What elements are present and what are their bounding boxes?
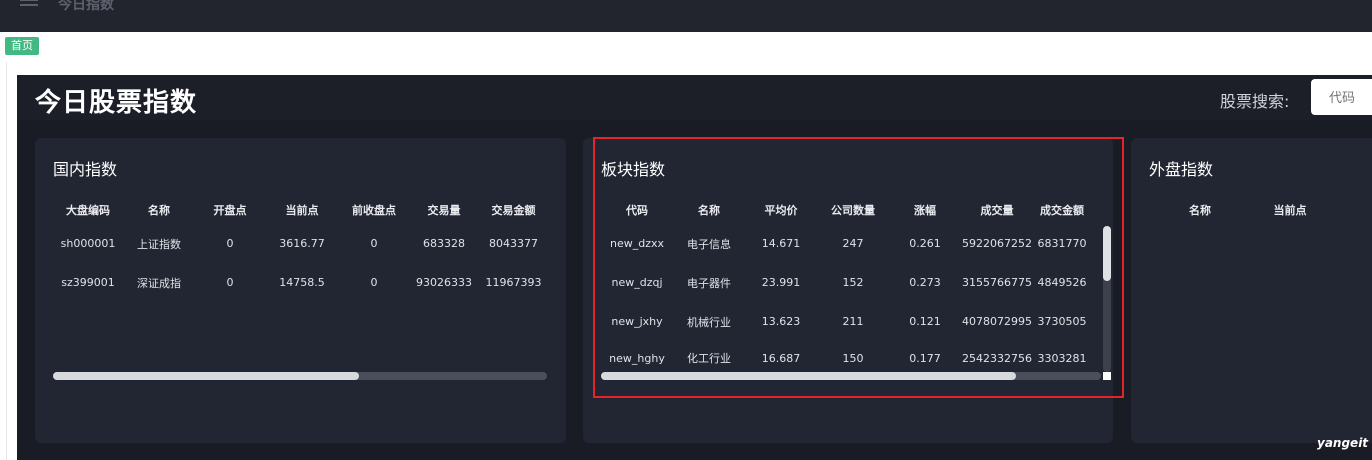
table-cell: 化工行业 — [687, 352, 731, 365]
column-header[interactable]: 名称 — [1165, 196, 1235, 224]
top-bar: 今日指数 — [0, 0, 1372, 32]
dashboard-title: 今日股票指数 — [35, 88, 198, 118]
table-cell: 机械行业 — [687, 315, 731, 329]
table-cell: 14758.5 — [279, 276, 325, 289]
column-header[interactable]: 前收盘点 — [339, 196, 409, 224]
divider — [6, 62, 7, 460]
table-cell: 11967393 — [485, 276, 542, 289]
table-row[interactable]: new_dzqj 电子器件 23.991 152 0.273 315576677… — [601, 263, 1091, 302]
domestic-index-panel: 国内指数 大盘编码 名称 开盘点 当前点 前收盘点 交易量 交易金额 sh000… — [35, 138, 566, 443]
table-cell: 0 — [226, 237, 234, 250]
table-row[interactable]: sz399001 深证成指 0 14758.5 0 93026333 11967… — [53, 263, 548, 302]
table-cell: 683328 — [423, 237, 465, 250]
foreign-index-table: 名称 当前点 — [1165, 196, 1345, 224]
table-cell: new_dzqj — [611, 276, 663, 289]
search-input[interactable] — [1311, 79, 1372, 115]
panel-title: 外盘指数 — [1149, 160, 1214, 179]
table-row[interactable]: new_dzxx 电子信息 14.671 247 0.261 592206725… — [601, 224, 1091, 263]
menu-icon[interactable] — [20, 0, 38, 8]
table-cell: 13.623 — [761, 315, 801, 328]
column-header[interactable]: 成交量 — [961, 196, 1033, 224]
scrollbar-thumb[interactable] — [53, 372, 360, 380]
table-cell: 0 — [226, 276, 234, 289]
table-cell: 4078072995 — [962, 315, 1032, 328]
tabs-bar: 首页 — [0, 32, 1372, 62]
column-header[interactable]: 交易量 — [409, 196, 479, 224]
table-cell: 0 — [370, 237, 378, 250]
table-cell: 8043377 — [489, 237, 538, 250]
tab-home[interactable]: 首页 — [5, 37, 39, 55]
table-row[interactable]: new_jxhy 机械行业 13.623 211 0.121 407807299… — [601, 302, 1091, 341]
column-header[interactable]: 平均价 — [745, 196, 817, 224]
table-cell: 23.991 — [761, 276, 801, 289]
table-cell: 4849526 — [1037, 276, 1087, 289]
column-header[interactable]: 名称 — [123, 196, 195, 224]
table-cell: 0.177 — [909, 351, 941, 365]
table-cell: 0.261 — [909, 237, 941, 250]
dashboard-header: 今日股票指数 股票搜索: — [17, 75, 1372, 120]
table-cell: 5922067252 — [962, 237, 1032, 250]
table-cell: 深证成指 — [137, 276, 181, 290]
scrollbar-thumb[interactable] — [601, 372, 1016, 380]
scrollbar-corner — [1103, 372, 1111, 380]
watermark-text: yangeit — [1317, 436, 1369, 450]
table-cell: sh000001 — [60, 237, 116, 250]
table-cell: 152 — [842, 276, 864, 289]
table-cell: sz399001 — [61, 276, 115, 289]
table-cell: new_dzxx — [609, 237, 664, 250]
table-cell: 0 — [370, 276, 378, 289]
column-header[interactable]: 公司数量 — [817, 196, 889, 224]
column-header[interactable]: 涨幅 — [889, 196, 961, 224]
column-header[interactable]: 大盘编码 — [53, 196, 123, 224]
column-header[interactable]: 成交金额 — [1033, 196, 1091, 224]
table-row[interactable]: new_hghy 化工行业 16.687 150 0.177 254233275… — [601, 341, 1091, 375]
table-cell: 150 — [842, 351, 864, 365]
dashboard: 今日股票指数 股票搜索: 国内指数 大盘编码 名称 开盘点 当前点 前收盘点 交… — [17, 75, 1372, 460]
scrollbar-thumb[interactable] — [1103, 226, 1111, 281]
column-header[interactable]: 开盘点 — [195, 196, 265, 224]
panel-title: 国内指数 — [53, 160, 118, 179]
page-title: 今日指数 — [58, 0, 114, 13]
search-label: 股票搜索: — [1220, 92, 1290, 111]
table-cell: 3303281 — [1037, 351, 1087, 365]
column-header[interactable]: 名称 — [673, 196, 745, 224]
column-header[interactable]: 代码 — [601, 196, 673, 224]
table-cell: 上证指数 — [137, 237, 181, 251]
domestic-index-table: 大盘编码 名称 开盘点 当前点 前收盘点 交易量 交易金额 sh000001 上… — [53, 196, 548, 302]
table-cell: 16.687 — [761, 351, 801, 365]
table-cell: 电子器件 — [687, 276, 731, 290]
sector-index-table: 代码 名称 平均价 公司数量 涨幅 成交量 成交金额 new_dzxx 电子信息… — [601, 196, 1091, 375]
table-cell: 6831770 — [1037, 237, 1087, 250]
table-cell: 3730505 — [1037, 315, 1087, 328]
table-cell: 3155766775 — [962, 276, 1032, 289]
table-cell: new_jxhy — [611, 315, 663, 328]
table-row[interactable]: sh000001 上证指数 0 3616.77 0 683328 8043377 — [53, 224, 548, 263]
table-cell: 0.273 — [909, 276, 941, 289]
table-cell: 电子信息 — [687, 237, 731, 251]
table-header-row: 名称 当前点 — [1165, 196, 1345, 224]
table-header-row: 大盘编码 名称 开盘点 当前点 前收盘点 交易量 交易金额 — [53, 196, 548, 224]
column-header[interactable]: 交易金额 — [479, 196, 548, 224]
column-header[interactable]: 当前点 — [265, 196, 339, 224]
table-cell: 2542332756 — [962, 351, 1032, 365]
table-cell: new_hghy — [609, 351, 665, 365]
table-cell: 14.671 — [761, 237, 801, 250]
column-header[interactable]: 当前点 — [1235, 196, 1345, 224]
table-cell: 3616.77 — [279, 237, 325, 250]
sector-index-panel: 板块指数 代码 名称 平均价 公司数量 涨幅 成交量 成交金额 new_dzxx — [583, 138, 1113, 443]
table-cell: 211 — [842, 315, 864, 328]
foreign-index-panel: 外盘指数 名称 当前点 — [1131, 138, 1372, 443]
table-cell: 247 — [842, 237, 864, 250]
table-cell: 93026333 — [416, 276, 472, 289]
panel-title: 板块指数 — [601, 160, 666, 179]
horizontal-scrollbar[interactable] — [53, 372, 547, 380]
vertical-scrollbar[interactable] — [1103, 226, 1111, 372]
table-cell: 0.121 — [909, 315, 941, 328]
horizontal-scrollbar[interactable] — [601, 372, 1101, 380]
table-header-row: 代码 名称 平均价 公司数量 涨幅 成交量 成交金额 — [601, 196, 1091, 224]
